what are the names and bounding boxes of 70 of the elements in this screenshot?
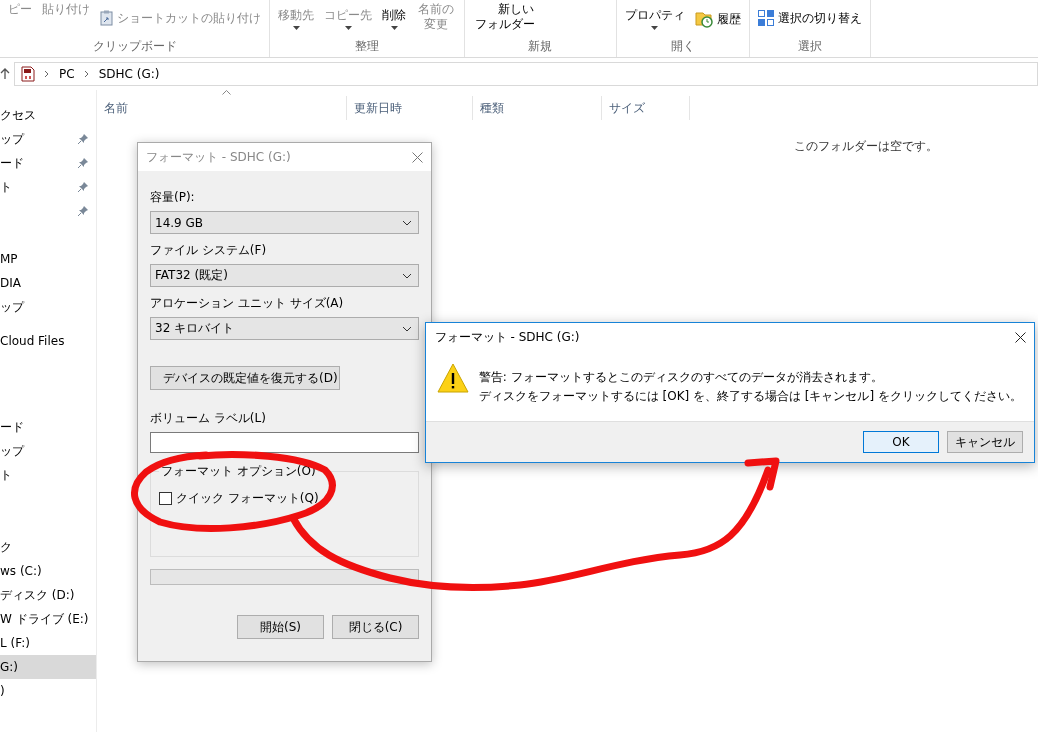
dialog-button[interactable]: 閉じる(C)	[332, 615, 419, 639]
breadcrumb-item[interactable]: PC	[59, 67, 75, 81]
sidebar-item[interactable]: G:)	[0, 655, 96, 679]
sidebar-item[interactable]: L (F:)	[0, 631, 96, 655]
sidebar-item[interactable]: ード	[0, 151, 96, 175]
field-label: アロケーション ユニット サイズ(A)	[150, 295, 345, 312]
sidebar-item[interactable]: W ドライブ (E:)	[0, 607, 96, 631]
volume-label-field[interactable]	[150, 432, 419, 453]
chevron-down-icon	[402, 272, 412, 279]
dialog-title: フォーマット - SDHC (G:)	[146, 148, 291, 166]
ribbon-button[interactable]: 履歴	[692, 8, 743, 30]
caret-icon	[390, 26, 398, 30]
dropdown[interactable]: 14.9 GB	[150, 211, 419, 234]
chevron-down-icon	[402, 325, 412, 332]
sidebar-item[interactable]: ク	[0, 535, 96, 559]
ribbon-button[interactable]: 選択の切り替え	[755, 8, 864, 28]
field-label: 容量(P):	[150, 189, 196, 206]
empty-folder-message: このフォルダーは空です。	[794, 138, 938, 155]
clipboard-icon	[100, 10, 113, 26]
dropdown[interactable]: FAT32 (既定)	[150, 264, 419, 287]
message-text: 警告: フォーマットするとこのディスクのすべてのデータが消去されます。	[478, 369, 884, 386]
column-header[interactable]: 名前	[97, 96, 347, 120]
sidebar-item[interactable]: ト	[0, 175, 96, 199]
sd-card-icon	[21, 66, 35, 82]
address-bar[interactable]: PC SDHC (G:)	[14, 62, 1038, 86]
history-icon	[694, 10, 713, 28]
sidebar-item[interactable]: ップ	[0, 127, 96, 151]
dialog-button[interactable]: 開始(S)	[237, 615, 324, 639]
sidebar-item[interactable]: ト	[0, 463, 96, 487]
ribbon-button[interactable]: 新しいフォルダー	[470, 0, 539, 34]
breadcrumb-item[interactable]: SDHC (G:)	[98, 67, 160, 81]
sidebar-item[interactable]: クセス	[0, 103, 96, 127]
sidebar-item[interactable]: ップ	[0, 439, 96, 463]
column-header[interactable]: 種類	[473, 96, 602, 120]
field-label: ボリューム ラベル(L)	[150, 410, 267, 427]
field-label: ファイル システム(F)	[150, 242, 268, 259]
ribbon-button[interactable]: プロパティ	[622, 6, 687, 32]
ribbon-group-label: 新規	[527, 38, 554, 55]
dialog-button[interactable]: キャンセル	[947, 431, 1023, 453]
chevron-right-icon	[44, 70, 50, 78]
ribbon-group-label: 整理	[353, 38, 380, 55]
close-icon[interactable]	[1015, 331, 1026, 343]
sidebar-item[interactable]: ws (C:)	[0, 559, 96, 583]
column-header[interactable]: サイズ	[602, 96, 690, 120]
sidebar-item[interactable]: ード	[0, 415, 96, 439]
ribbon-button[interactable]: 削除	[380, 6, 408, 32]
sidebar-item[interactable]: )	[0, 679, 96, 703]
caret-icon	[344, 26, 352, 30]
column-header[interactable]: 更新日時	[347, 96, 473, 120]
quick-format-checkbox[interactable]: クイック フォーマット(Q)	[159, 490, 319, 507]
ribbon-group-label: クリップボード	[91, 38, 178, 55]
restore-defaults-button[interactable]: デバイスの既定値を復元する(D)	[150, 366, 340, 390]
ribbon-group-label: 開く	[669, 38, 696, 55]
up-arrow-icon[interactable]	[0, 68, 10, 80]
sidebar-item[interactable]: ップ	[0, 295, 96, 319]
dropdown[interactable]: 32 キロバイト	[150, 317, 419, 340]
caret-icon	[292, 26, 300, 30]
message-text: ディスクをフォーマットするには [OK] を、終了する場合は [キャンセル] をクリックしてください。	[478, 388, 1022, 405]
select-toggle-icon	[757, 10, 774, 26]
dialog-title: フォーマット - SDHC (G:)	[434, 328, 580, 346]
chevron-right-icon	[83, 70, 90, 78]
sidebar-item[interactable]: MP	[0, 247, 96, 271]
ribbon-group-label: 選択	[796, 38, 823, 55]
sidebar-item[interactable]: DIA	[0, 271, 96, 295]
warning-icon	[436, 363, 469, 393]
sidebar-item[interactable]: Cloud Files	[0, 329, 96, 353]
caret-icon	[651, 26, 659, 30]
sidebar-item[interactable]: ディスク (D:)	[0, 583, 96, 607]
chevron-down-icon	[402, 219, 412, 226]
dialog-button[interactable]: OK	[863, 431, 939, 453]
